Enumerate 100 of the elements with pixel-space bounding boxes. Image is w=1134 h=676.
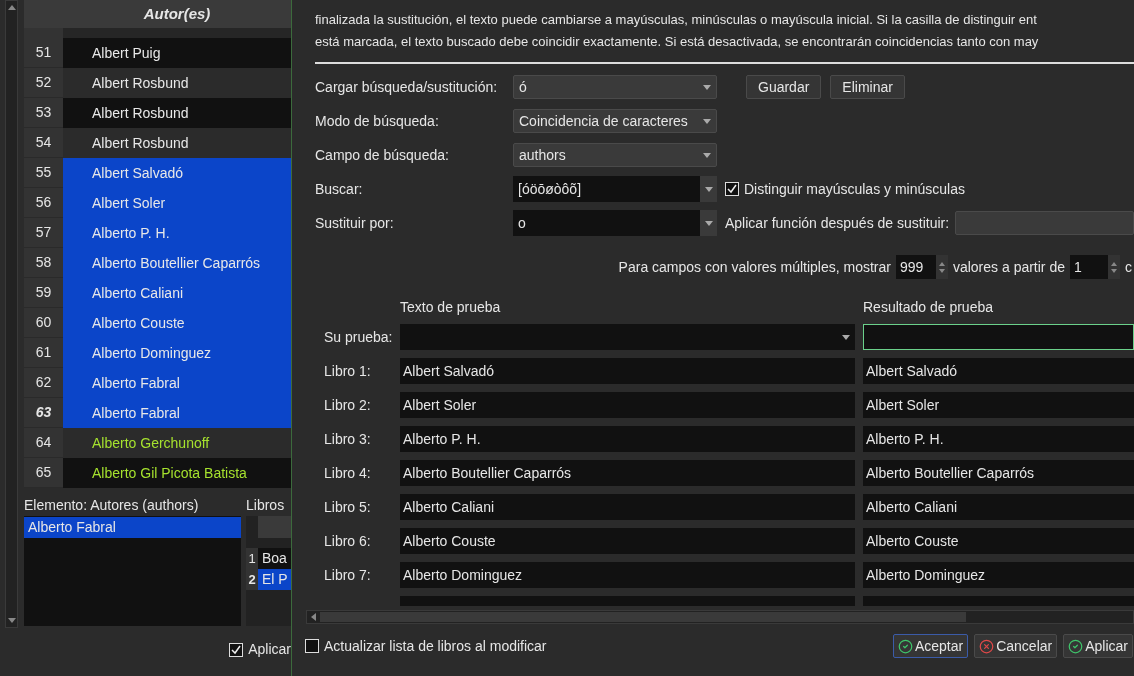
text-field[interactable]: Alberto Dominguez: [400, 562, 855, 588]
caret-icon: [704, 220, 713, 226]
result-field: Alberto Couste: [863, 528, 1134, 554]
table-cell[interactable]: Albert Rosbund: [63, 98, 291, 128]
table-cell[interactable]: Albert Puig: [63, 38, 291, 68]
result-field: Alberto P. H.: [863, 426, 1134, 452]
down-arrow-icon: [7, 618, 16, 623]
field-label: Libro 7:: [324, 565, 372, 585]
field-label: c: [1125, 257, 1132, 277]
text-field[interactable]: Alberto Caliani: [400, 494, 855, 520]
field-label: Campo de búsqueda:: [315, 145, 450, 165]
checkbox-label[interactable]: Aplicar: [248, 639, 291, 660]
checkbox-label[interactable]: Actualizar lista de libros al modificar: [324, 635, 547, 657]
checkbox[interactable]: [229, 642, 244, 657]
row-number: 56: [24, 188, 63, 218]
left-arrow-icon: [311, 613, 316, 621]
row-number: 57: [24, 218, 63, 248]
column-header: [258, 516, 291, 538]
up-arrow-icon: [938, 261, 945, 266]
row-number: 51: [24, 38, 63, 68]
row-number: 55: [24, 158, 63, 188]
row-number: 59: [24, 278, 63, 308]
row-number: 52: [24, 68, 63, 98]
dialog-button[interactable]: Guardar: [746, 75, 822, 99]
table-cell[interactable]: Alberto Gil Picota Batista: [63, 458, 291, 488]
row-number: 62: [24, 368, 63, 398]
row-number: 53: [24, 98, 63, 128]
down-arrow-icon: [938, 268, 945, 273]
row-number: 60: [24, 308, 63, 338]
row-number: 64: [24, 428, 63, 458]
row-number: 61: [24, 338, 63, 368]
table-cell[interactable]: Alberto Caliani: [63, 278, 291, 308]
table-cell[interactable]: El P: [258, 569, 291, 590]
checkbox-label[interactable]: Distinguir mayúsculas y minúsculas: [744, 178, 965, 200]
field-label: valores a partir de: [952, 257, 1065, 277]
dropdown[interactable]: ó: [513, 75, 717, 99]
table-cell[interactable]: Albert Soler: [63, 188, 291, 218]
text-field[interactable]: Albert Salvadó: [400, 358, 855, 384]
field-label: Modo de búsqueda:: [315, 111, 440, 131]
caret-icon: [703, 152, 711, 158]
result-field: Albert Salvadó: [863, 358, 1134, 384]
text-field[interactable]: [400, 596, 855, 606]
table-cell[interactable]: Alberto P. H.: [63, 218, 291, 248]
check-icon: [897, 638, 913, 654]
dialog-button[interactable]: Eliminar: [830, 75, 905, 99]
list-item[interactable]: Alberto Fabral: [24, 517, 241, 538]
list-box[interactable]: Alberto Fabral: [24, 516, 241, 626]
table-cell[interactable]: Boa: [258, 548, 291, 569]
text-field[interactable]: Alberto Boutellier Caparrós: [400, 460, 855, 486]
result-field: Alberto Dominguez: [863, 562, 1134, 588]
dropdown[interactable]: [955, 211, 1134, 235]
text-field[interactable]: Alberto Couste: [400, 528, 855, 554]
spin-box[interactable]: 999: [895, 255, 948, 279]
row-number: 65: [24, 458, 63, 488]
table-cell[interactable]: Albert Salvadó: [63, 158, 291, 188]
panel-label: Libros: [246, 495, 286, 515]
row-number: 1: [246, 548, 258, 569]
field-label: Libro 1:: [324, 361, 372, 381]
dropdown[interactable]: Coincidencia de caracteres: [513, 109, 717, 133]
text-field[interactable]: Alberto P. H.: [400, 426, 855, 452]
spin-box[interactable]: 1: [1070, 255, 1120, 279]
table-cell[interactable]: [63, 28, 291, 38]
down-arrow-icon: [1111, 268, 1117, 273]
combo-field[interactable]: [400, 324, 855, 350]
checkbox[interactable]: [725, 182, 739, 196]
field-label: Buscar:: [315, 179, 364, 199]
cancel-icon: [979, 638, 995, 654]
caret-icon: [704, 186, 713, 192]
up-arrow-icon: [7, 5, 16, 10]
table-cell[interactable]: Alberto Couste: [63, 308, 291, 338]
row-number: 54: [24, 128, 63, 158]
table-cell[interactable]: Alberto Boutellier Caparrós: [63, 248, 291, 278]
table-cell[interactable]: Alberto Fabral: [63, 398, 291, 428]
row-number: 2: [246, 569, 258, 590]
scrollbar[interactable]: [5, 0, 18, 628]
panel-label: Elemento: Autores (authors): [24, 495, 200, 515]
caret-icon: [703, 118, 711, 124]
field-label: Para campos con valores múltiples, mostrar: [618, 257, 891, 277]
table-cell[interactable]: Alberto Dominguez: [63, 338, 291, 368]
horizontal-scrollbar[interactable]: [306, 610, 1134, 624]
column-header: Texto de prueba: [400, 297, 502, 317]
dialog-button[interactable]: Aceptar: [892, 634, 969, 658]
up-arrow-icon: [1111, 261, 1117, 266]
field-label: Libro 4:: [324, 463, 372, 483]
field-label: Cargar búsqueda/sustitución:: [315, 77, 499, 97]
result-field: Alberto Boutellier Caparrós: [863, 460, 1134, 486]
field-label: Libro 2:: [324, 395, 372, 415]
checkbox[interactable]: [305, 639, 319, 653]
text-field[interactable]: Albert Soler: [400, 392, 855, 418]
description-text: está marcada, el texto buscado debe coincidir exactamente. Si está desactivada, se encontrarán coincidencias tanto con may: [315, 33, 1040, 51]
field-label: Aplicar función después de sustituir:: [725, 213, 950, 233]
row-number: 63: [24, 398, 63, 428]
field-label: Libro 3:: [324, 429, 372, 449]
dropdown[interactable]: authors: [513, 143, 717, 167]
dialog-button[interactable]: Cancelar: [974, 634, 1058, 658]
column-header: Resultado de prueba: [863, 297, 993, 317]
result-field: Albert Soler: [863, 392, 1134, 418]
table-cell[interactable]: Alberto Fabral: [63, 368, 291, 398]
dialog-button[interactable]: Aplicar: [1063, 634, 1133, 658]
check-icon: [1068, 638, 1084, 654]
